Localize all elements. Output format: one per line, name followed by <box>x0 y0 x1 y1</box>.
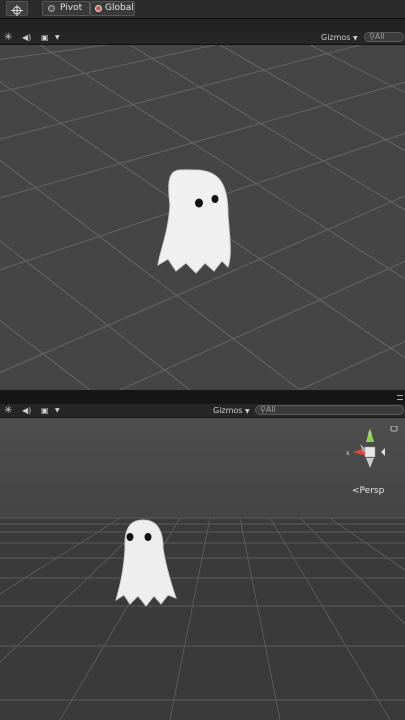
svg-text:y: y <box>368 430 372 437</box>
neg-x-cone-icon[interactable] <box>381 448 385 456</box>
search-placeholder: All <box>265 405 276 414</box>
main-toolbar: Pivot Global <box>0 0 405 19</box>
pivot-icon <box>48 5 55 12</box>
image-effects-icon[interactable]: ▣ <box>41 32 49 43</box>
scene-toolbar-top: ✳ ◀) ▣ ▼ Gizmos ▼ ⚲All <box>0 31 405 45</box>
scene-viewport-bottom[interactable]: y x <Persp <box>0 418 405 720</box>
svg-text:x: x <box>346 450 350 457</box>
crosshair-icon <box>11 5 23 16</box>
pane-separator[interactable] <box>0 390 405 404</box>
global-label: Global <box>105 3 134 13</box>
grid-floor-top <box>0 45 405 390</box>
pivot-label: Pivot <box>60 3 83 13</box>
audio-toggle-icon[interactable]: ◀) <box>22 405 31 416</box>
neg-y-cone-icon[interactable] <box>366 458 374 468</box>
persp-arrow-icon: < <box>352 486 360 496</box>
ghost-model-top <box>157 169 231 274</box>
scene-toolbar-bottom: ✳ ◀) ▣ ▼ Gizmos ▼ ⚲All <box>0 404 405 418</box>
globe-icon <box>95 5 102 12</box>
image-effects-icon[interactable]: ▣ <box>41 405 49 416</box>
lighting-toggle-icon[interactable]: ✳ <box>4 405 12 416</box>
gizmos-menu[interactable]: Gizmos ▼ <box>321 32 358 43</box>
search-input[interactable]: ⚲All <box>364 32 404 42</box>
lighting-toggle-icon[interactable]: ✳ <box>4 32 12 43</box>
chevron-down-icon: ▼ <box>245 408 250 415</box>
gizmo-center-cube-icon[interactable] <box>364 446 376 458</box>
toolbar-gap <box>0 19 405 31</box>
effects-dropdown-icon[interactable]: ▼ <box>55 405 60 416</box>
move-tool-button[interactable] <box>6 1 28 16</box>
search-placeholder: All <box>374 32 385 41</box>
pivot-toggle[interactable]: Pivot <box>42 1 90 16</box>
gizmos-label: Gizmos <box>321 33 351 42</box>
search-input[interactable]: ⚲All <box>255 405 404 415</box>
gizmos-label: Gizmos <box>213 406 243 415</box>
scene-viewport-top[interactable] <box>0 45 405 390</box>
chevron-down-icon: ▼ <box>353 35 358 42</box>
lock-icon[interactable] <box>390 426 398 432</box>
effects-dropdown-icon[interactable]: ▼ <box>55 32 60 43</box>
projection-label[interactable]: <Persp <box>352 486 384 496</box>
gizmos-menu[interactable]: Gizmos ▼ <box>213 405 250 416</box>
global-toggle[interactable]: Global <box>90 1 135 16</box>
audio-toggle-icon[interactable]: ◀) <box>22 32 31 43</box>
panel-menu-icon[interactable] <box>397 395 403 400</box>
orientation-gizmo[interactable]: y x <box>341 426 401 484</box>
